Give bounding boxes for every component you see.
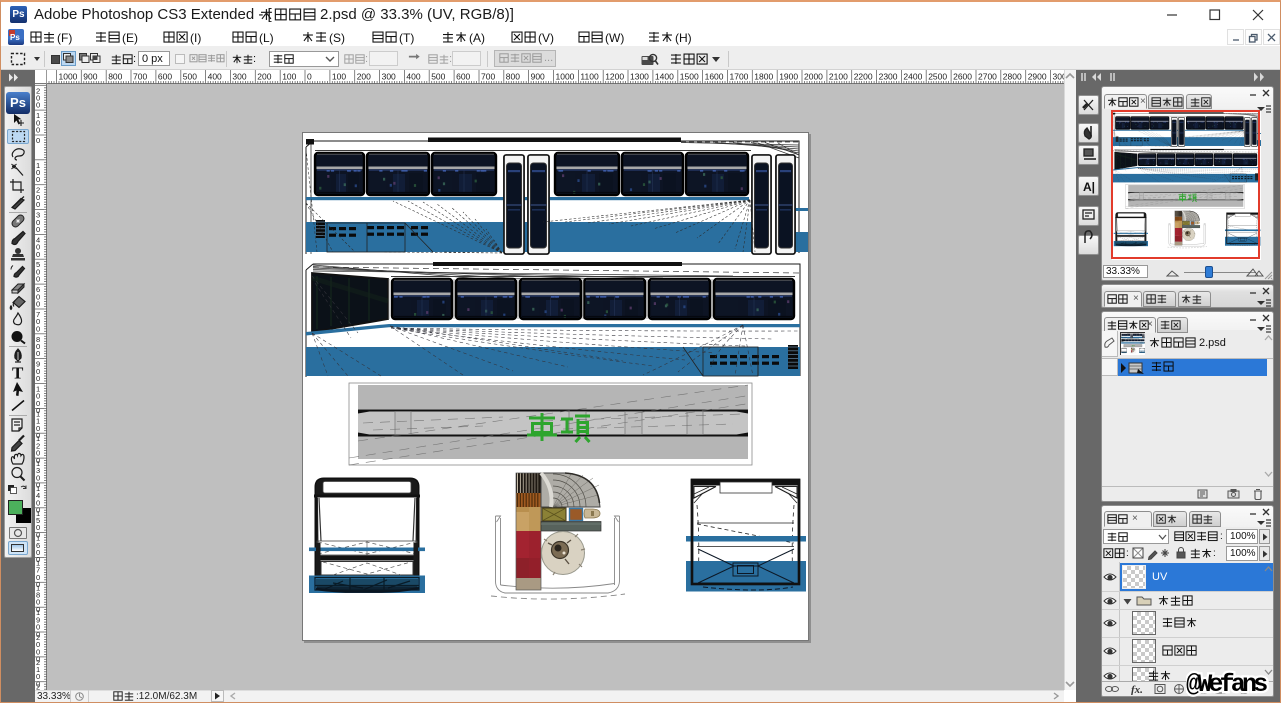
svg-text:1100: 1100	[580, 72, 599, 82]
svg-text:800: 800	[506, 72, 520, 82]
svg-text:0: 0	[36, 374, 40, 383]
svg-text:100: 100	[282, 72, 296, 82]
svg-text:0: 0	[36, 250, 40, 259]
svg-text:200: 200	[357, 72, 371, 82]
svg-text:0: 0	[36, 324, 40, 333]
svg-text:T: T	[12, 364, 24, 383]
svg-text:600: 600	[158, 72, 172, 82]
svg-text:0: 0	[307, 72, 312, 82]
svg-text:500: 500	[431, 72, 445, 82]
svg-text:700: 700	[133, 72, 147, 82]
svg-text:700: 700	[481, 72, 495, 82]
svg-text:1900: 1900	[779, 72, 798, 82]
svg-text:@Wefans: @Wefans	[1186, 670, 1267, 699]
svg-text:300: 300	[382, 72, 396, 82]
svg-text:0: 0	[36, 225, 40, 234]
svg-text:0: 0	[36, 300, 40, 309]
svg-text:500: 500	[183, 72, 197, 82]
svg-text:1400: 1400	[655, 72, 674, 82]
svg-text:2700: 2700	[978, 72, 997, 82]
svg-text:0: 0	[36, 200, 40, 209]
svg-text:1500: 1500	[680, 72, 699, 82]
svg-text:A|: A|	[1083, 180, 1095, 194]
svg-text:400: 400	[406, 72, 420, 82]
svg-text:1000: 1000	[556, 72, 575, 82]
svg-text:2800: 2800	[1003, 72, 1022, 82]
svg-text:600: 600	[456, 72, 470, 82]
svg-text:2600: 2600	[953, 72, 972, 82]
svg-text:0: 0	[36, 126, 40, 135]
svg-text:2400: 2400	[903, 72, 922, 82]
svg-text:900: 900	[531, 72, 545, 82]
svg-text:100: 100	[332, 72, 346, 82]
svg-text:2500: 2500	[928, 72, 947, 82]
svg-text:fx.: fx.	[1131, 684, 1143, 695]
svg-text:400: 400	[208, 72, 222, 82]
svg-text:1300: 1300	[630, 72, 649, 82]
svg-text:900: 900	[83, 72, 97, 82]
svg-text:1700: 1700	[730, 72, 749, 82]
svg-text:300: 300	[232, 72, 246, 82]
svg-text:2100: 2100	[829, 72, 848, 82]
svg-text:1000: 1000	[59, 72, 78, 82]
svg-text:800: 800	[108, 72, 122, 82]
svg-text:200: 200	[257, 72, 271, 82]
svg-text:0: 0	[36, 275, 40, 284]
svg-text:1200: 1200	[605, 72, 624, 82]
svg-text:2300: 2300	[879, 72, 898, 82]
svg-text:3000: 3000	[1053, 72, 1065, 82]
svg-text:0: 0	[36, 349, 40, 358]
svg-text:2: 2	[36, 683, 40, 690]
svg-text:1800: 1800	[754, 72, 773, 82]
svg-text:0: 0	[36, 101, 40, 110]
svg-text:0: 0	[36, 175, 40, 184]
svg-text:1600: 1600	[705, 72, 724, 82]
svg-text:2000: 2000	[804, 72, 823, 82]
svg-text:2900: 2900	[1028, 72, 1047, 82]
svg-text:2200: 2200	[854, 72, 873, 82]
svg-text:0: 0	[36, 136, 40, 145]
